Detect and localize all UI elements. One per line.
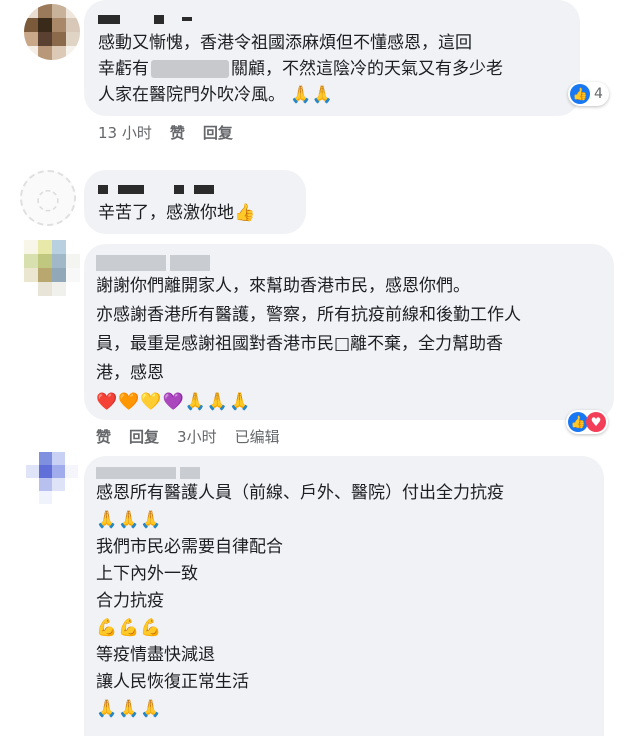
emoji-row: ❤️🧡💛💜🙏🙏🙏 [96,392,252,412]
placeholder-avatar-icon: ◌ [35,181,61,215]
reaction-badge[interactable]: 👍 4 [568,82,609,106]
timestamp[interactable]: 13 小时 [98,122,152,143]
thumbs-up-icon: 👍 [568,412,588,432]
edited-label: 已编辑 [234,428,280,446]
comment-text-line: 幸虧有 關顧，不然這陰冷的天氣又有多少老 [98,59,503,79]
comment-text-line: 上下內外一致 [96,564,198,584]
avatar[interactable] [26,452,78,504]
comment-text-line: 謝謝你們離開家人，來幫助香港市民，感恩你們。 [96,276,470,296]
comment-text-line: 員，最重是感謝祖國對香港市民□離不棄，全力幫助香 [96,334,504,354]
comment-bubble: 辛苦了，感激你地👍 [84,170,306,234]
comment-text-line: 感動又慚愧，香港令祖國添麻煩但不懂感恩，這回 [98,33,472,53]
comment-text-line: 感恩所有醫護人員（前線、戶外、醫院）付出全力抗疫 [96,483,504,503]
comment-actions: 赞 回复 3小时 已编辑 [96,426,280,447]
comment-actions: 13 小时 赞 回复 [98,122,233,143]
comment-text-line: 我們市民必需要自律配合 [96,537,283,557]
reaction-count: 4 [594,86,603,102]
emoji-row: 🙏🙏🙏 [96,510,163,530]
reaction-badge[interactable]: 👍 ♥ [566,410,608,434]
comment-text-line: 港，感恩 [96,363,164,383]
comment-text-line: 讓人民恢復正常生活 [96,672,249,692]
emoji-row: 💪💪💪 [96,618,163,638]
thumbs-up-icon: 👍 [570,84,590,104]
redacted-text [151,60,229,78]
avatar[interactable] [24,240,80,296]
comment-bubble: 謝謝你們離開家人，來幫助香港市民，感恩你們。 亦感謝香港所有醫護，警察，所有抗疫… [84,244,614,420]
heart-icon: ♥ [586,412,606,432]
commenter-name[interactable] [96,254,602,272]
timestamp[interactable]: 3小时 [177,426,217,447]
like-button[interactable]: 赞 [96,426,111,447]
comment-bubble: 感動又慚愧，香港令祖國添麻煩但不懂感恩，這回 幸虧有 關顧，不然這陰冷的天氣又有多… [84,0,580,116]
emoji-row: 🙏🙏🙏 [96,699,163,719]
comment-text-line: 合力抗疫 [96,591,164,611]
comment-text-line: 等疫情盡快減退 [96,645,215,665]
commenter-name[interactable] [98,178,292,200]
like-button[interactable]: 赞 [170,122,185,143]
commenter-name[interactable] [96,466,592,480]
comment-bubble: 感恩所有醫護人員（前線、戶外、醫院）付出全力抗疫 🙏🙏🙏 我們市民必需要自律配合… [84,456,604,736]
reply-button[interactable]: 回复 [129,426,159,447]
avatar[interactable]: ◌ [20,170,76,226]
avatar[interactable] [24,4,80,60]
reply-button[interactable]: 回复 [203,122,233,143]
comment-text-line: 亦感謝香港所有醫護，警察，所有抗疫前線和後勤工作人 [96,305,521,325]
comment-text-line: 人家在醫院門外吹冷風。 🙏🙏 [98,85,333,105]
comment-text-line: 辛苦了，感激你地👍 [98,203,256,223]
commenter-name[interactable] [98,8,566,30]
